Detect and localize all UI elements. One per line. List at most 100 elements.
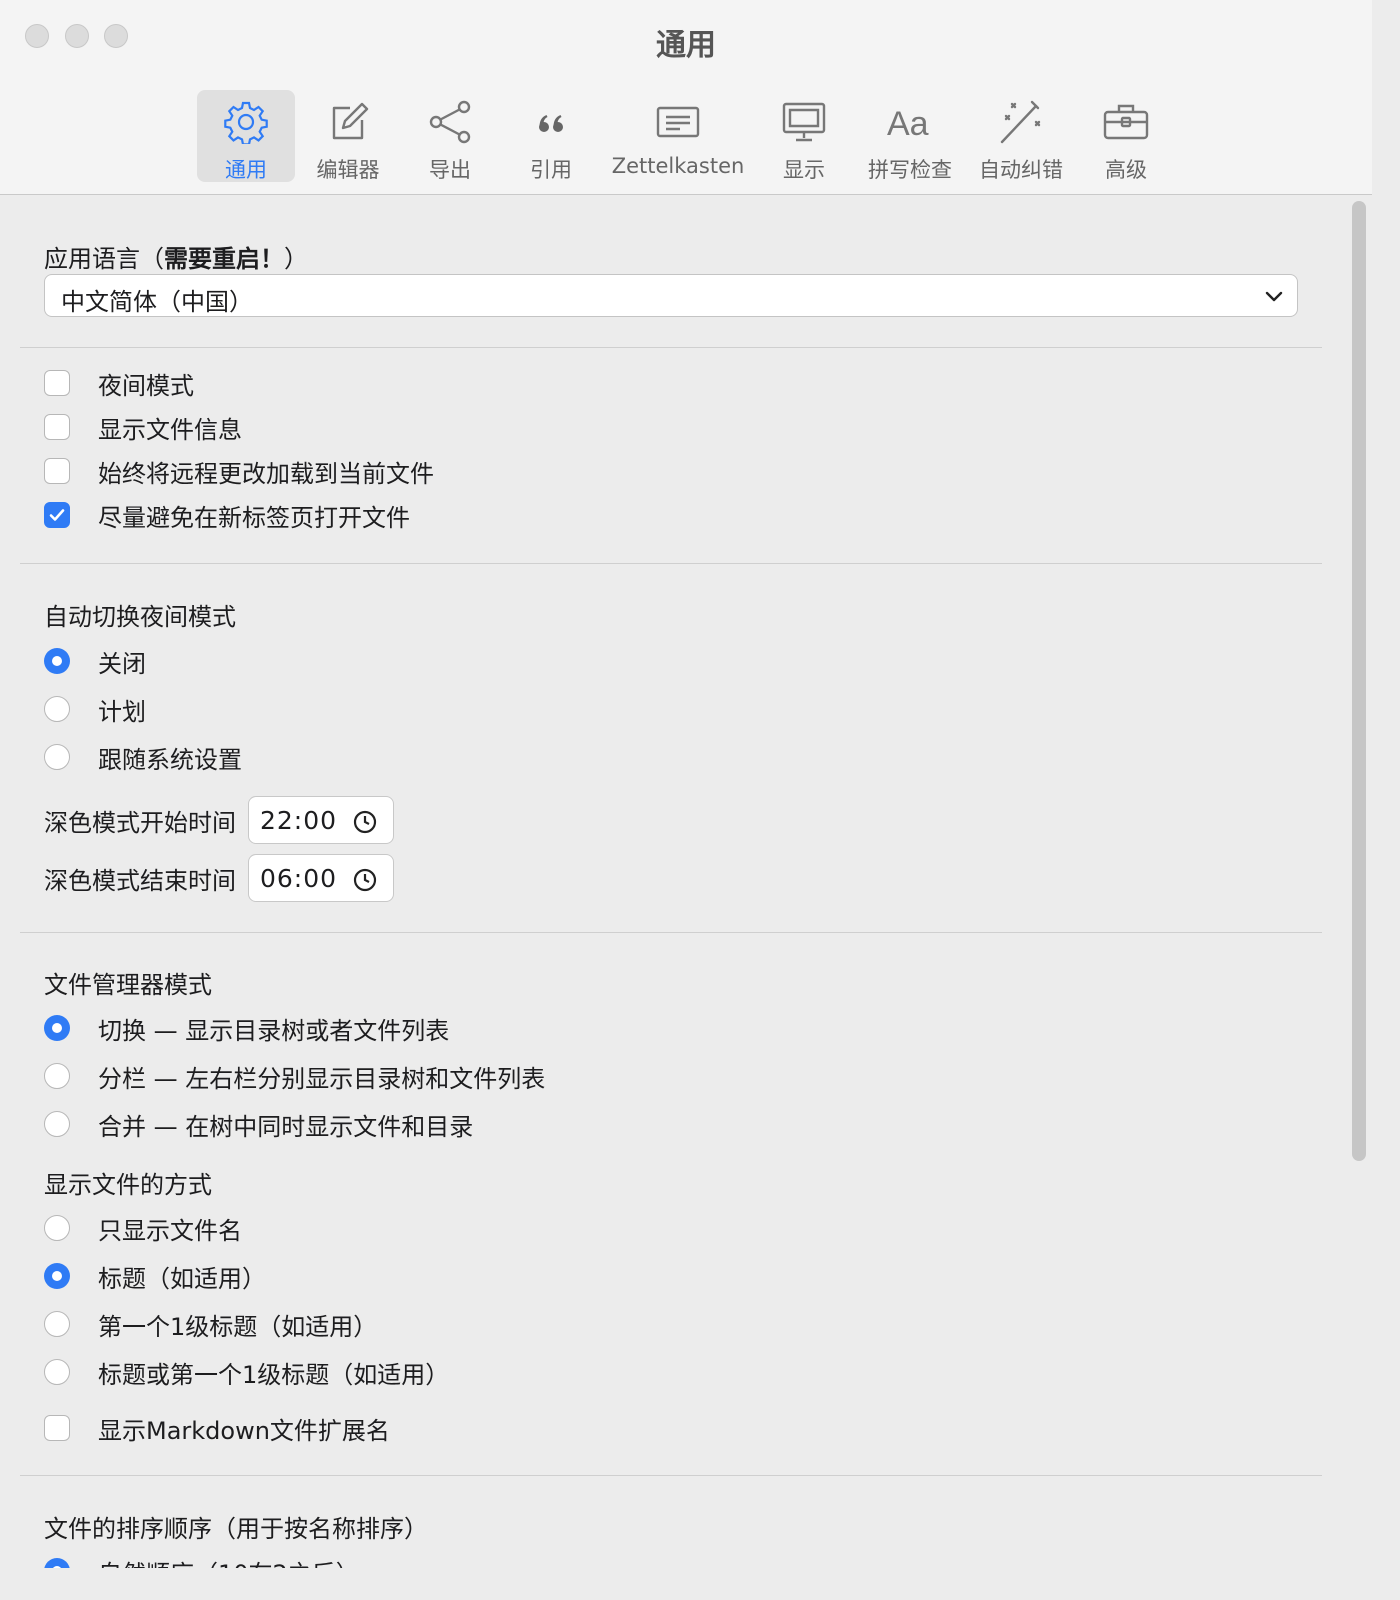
tab-general[interactable]: 通用 <box>197 90 295 182</box>
radio-label: 合并 — 在树中同时显示文件和目录 <box>98 1112 474 1141</box>
divider <box>20 563 1322 564</box>
dark-mode-schedule-radio-row[interactable]: 计划 <box>44 693 146 726</box>
spellcheck-icon: Aa <box>885 90 935 148</box>
checkbox-label: 显示Markdown文件扩展名 <box>98 1416 390 1445</box>
card-icon <box>656 90 700 148</box>
display-icon <box>782 90 826 148</box>
tab-label: 导出 <box>429 158 471 182</box>
radio-label: 标题或第一个1级标题（如适用） <box>98 1360 450 1389</box>
tab-display[interactable]: 显示 <box>756 90 852 182</box>
show-file-info-checkbox-row[interactable]: 显示文件信息 <box>44 411 242 444</box>
display-title-radio-row[interactable]: 标题（如适用） <box>44 1260 266 1293</box>
dark-mode-off-radio[interactable] <box>44 648 70 674</box>
tab-label: Zettelkasten <box>611 154 745 178</box>
divider <box>20 1475 1322 1476</box>
display-title-or-heading-radio[interactable] <box>44 1359 70 1385</box>
tab-advanced[interactable]: 高级 <box>1078 90 1174 182</box>
show-md-extension-checkbox[interactable] <box>44 1415 70 1441</box>
show-file-info-checkbox[interactable] <box>44 414 70 440</box>
language-label: 应用语言（需要重启！） <box>44 245 308 273</box>
preferences-window: 通用 通用 编辑器 导出 引用 Zettelkasten 显示 Aa 拼写检查 … <box>0 0 1372 1568</box>
titlebar: 通用 通用 编辑器 导出 引用 Zettelkasten 显示 Aa 拼写检查 … <box>0 0 1372 195</box>
dark-end-time-input[interactable]: 06:00 <box>248 854 394 902</box>
preferences-toolbar: 通用 编辑器 导出 引用 Zettelkasten 显示 Aa 拼写检查 自动纠… <box>0 90 1372 184</box>
night-mode-checkbox-row[interactable]: 夜间模式 <box>44 367 194 400</box>
sort-natural-radio[interactable] <box>44 1558 70 1568</box>
magic-wand-icon <box>998 90 1044 148</box>
radio-label: 分栏 — 左右栏分别显示目录树和文件列表 <box>98 1064 546 1093</box>
dark-start-time-row: 深色模式开始时间 22:00 <box>44 796 394 844</box>
time-value: 22:00 <box>260 806 338 835</box>
tab-label: 显示 <box>783 158 825 182</box>
clock-icon[interactable] <box>353 810 377 838</box>
checkbox-label: 始终将远程更改加载到当前文件 <box>98 459 434 488</box>
display-heading-radio[interactable] <box>44 1311 70 1337</box>
dark-start-time-input[interactable]: 22:00 <box>248 796 394 844</box>
radio-label: 自然顺序（10在2之后） <box>98 1554 360 1569</box>
radio-label: 切换 — 显示目录树或者文件列表 <box>98 1016 450 1045</box>
tab-label: 引用 <box>530 158 572 182</box>
dark-mode-schedule-radio[interactable] <box>44 696 70 722</box>
chevron-down-icon <box>1263 285 1285 311</box>
edit-icon <box>326 90 370 148</box>
gear-icon <box>224 90 268 148</box>
tab-autocorrect[interactable]: 自动纠错 <box>970 90 1072 182</box>
radio-label: 标题（如适用） <box>98 1264 266 1293</box>
avoid-new-tabs-checkbox[interactable] <box>44 502 70 528</box>
file-manager-mode-label: 文件管理器模式 <box>44 971 212 999</box>
show-md-extension-checkbox-row[interactable]: 显示Markdown文件扩展名 <box>44 1412 390 1445</box>
tab-label: 拼写检查 <box>868 158 952 182</box>
dark-mode-off-radio-row[interactable]: 关闭 <box>44 645 146 678</box>
tab-label: 自动纠错 <box>979 158 1063 182</box>
fm-thin-radio-row[interactable]: 切换 — 显示目录树或者文件列表 <box>44 1012 450 1045</box>
language-select-value: 中文简体（中国） <box>61 288 253 316</box>
dark-mode-system-radio[interactable] <box>44 744 70 770</box>
tab-export[interactable]: 导出 <box>402 90 498 182</box>
tab-editor[interactable]: 编辑器 <box>299 90 397 182</box>
tab-citations[interactable]: 引用 <box>503 90 599 182</box>
display-files-label: 显示文件的方式 <box>44 1171 212 1199</box>
load-remote-changes-checkbox-row[interactable]: 始终将远程更改加载到当前文件 <box>44 455 434 488</box>
fm-combined-radio[interactable] <box>44 1111 70 1137</box>
time-value: 06:00 <box>260 864 338 893</box>
fm-expanded-radio-row[interactable]: 分栏 — 左右栏分别显示目录树和文件列表 <box>44 1060 546 1093</box>
checkbox-label: 夜间模式 <box>98 371 194 400</box>
language-select[interactable]: 中文简体（中国） <box>44 274 1298 317</box>
checkbox-label: 尽量避免在新标签页打开文件 <box>98 503 410 532</box>
svg-text:Aa: Aa <box>887 105 929 143</box>
tab-label: 通用 <box>225 158 267 182</box>
auto-dark-mode-label: 自动切换夜间模式 <box>44 603 236 631</box>
display-filename-radio[interactable] <box>44 1215 70 1241</box>
preferences-content: 应用语言（需要重启！） 中文简体（中国） 夜间模式 显示文件信息 始终将远程更改… <box>0 195 1372 1568</box>
display-heading-radio-row[interactable]: 第一个1级标题（如适用） <box>44 1308 378 1341</box>
vertical-scrollbar[interactable] <box>1352 201 1366 1161</box>
radio-label: 计划 <box>98 697 146 726</box>
sort-natural-radio-row[interactable]: 自然顺序（10在2之后） <box>44 1555 360 1568</box>
load-remote-changes-checkbox[interactable] <box>44 458 70 484</box>
fm-thin-radio[interactable] <box>44 1015 70 1041</box>
dark-start-time-label: 深色模式开始时间 <box>44 808 236 837</box>
dark-mode-system-radio-row[interactable]: 跟随系统设置 <box>44 741 242 774</box>
window-title: 通用 <box>656 28 716 63</box>
tab-label: 编辑器 <box>316 158 380 182</box>
sorting-label: 文件的排序顺序（用于按名称排序） <box>44 1515 428 1543</box>
divider <box>20 347 1322 348</box>
avoid-new-tabs-checkbox-row[interactable]: 尽量避免在新标签页打开文件 <box>44 499 410 532</box>
display-filename-radio-row[interactable]: 只显示文件名 <box>44 1212 242 1245</box>
display-title-radio[interactable] <box>44 1263 70 1289</box>
checkmark-icon <box>49 509 65 521</box>
tab-zettelkasten[interactable]: Zettelkasten <box>606 90 750 182</box>
checkbox-label: 显示文件信息 <box>98 415 242 444</box>
share-icon <box>428 90 472 148</box>
tab-spellcheck[interactable]: Aa 拼写检查 <box>860 90 960 182</box>
fm-combined-radio-row[interactable]: 合并 — 在树中同时显示文件和目录 <box>44 1108 474 1141</box>
dark-end-time-label: 深色模式结束时间 <box>44 866 236 895</box>
display-title-or-heading-radio-row[interactable]: 标题或第一个1级标题（如适用） <box>44 1356 450 1389</box>
quote-icon <box>529 90 573 148</box>
tab-label: 高级 <box>1105 158 1147 182</box>
radio-label: 第一个1级标题（如适用） <box>98 1312 378 1341</box>
clock-icon[interactable] <box>353 868 377 896</box>
fm-expanded-radio[interactable] <box>44 1063 70 1089</box>
dark-end-time-row: 深色模式结束时间 06:00 <box>44 854 394 902</box>
night-mode-checkbox[interactable] <box>44 370 70 396</box>
